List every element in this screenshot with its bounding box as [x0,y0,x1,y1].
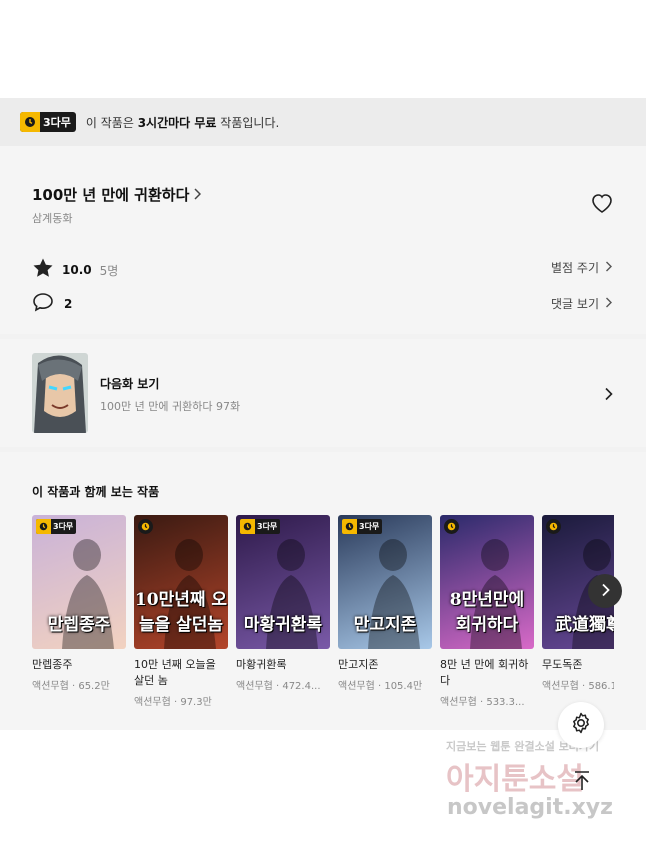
free-badge: 3다무 [20,112,76,132]
recommendation-title: 마황귀환록 [236,658,287,671]
recommendation-item[interactable]: 3다무 만고지존 만고지존 액션무협 · 105.4만 [338,515,432,692]
recommendation-cover: 3다무만렙종주 [32,515,126,649]
notice-text: 이 작품은 3시간마다 무료 작품입니다. [86,114,279,131]
star-icon [32,257,54,283]
comment-count: 2 [64,297,73,311]
free-badge-label: 3다무 [43,116,71,129]
recommendation-cover: 3다무만고지존 [338,515,432,649]
chevron-right-icon [604,386,613,405]
recommendation-title: 8만 년 만에 회귀하다 [440,658,529,687]
recommendation-title: 만렙종주 [32,658,73,671]
comment-row: 2 [32,292,72,316]
recommendation-title: 10만 년째 오늘을 살던 놈 [134,658,216,687]
arrow-up-icon [572,770,592,796]
clock-icon [138,519,153,534]
cover-title-art: 만렙종주 [47,615,111,635]
recommendation-meta: 액션무협 · 586.1 [542,681,614,692]
recommendation-list: 3다무 만렙종주 만렙종주 액션무협 · 65.2만 10만년째 오늘을 살던놈 10만 … [32,515,614,725]
recommendation-meta: 액션무협 · 533.3... [440,697,525,708]
free-badge: 3다무 [342,519,383,534]
recommendation-title: 만고지존 [338,658,379,671]
notice-text-before: 이 작품은 [85,115,138,130]
chevron-right-icon [601,582,610,601]
cover-title-art: 武道獨尊 [555,615,614,635]
clock-icon [444,519,459,534]
free-badge: 3다무 [240,519,281,534]
cover-title-art: 만고지존 [353,615,417,635]
cover-title-art: 마황귀환록 [243,615,323,635]
work-author: 삼계동화 [32,212,73,225]
recommendation-item[interactable]: 10만년째 오늘을 살던놈 10만 년째 오늘을 살던 놈액션무협 · 97.3만 [134,515,228,708]
recommendation-title: 무도독존 [542,658,583,671]
watermark-url: novelagit.xyz [447,795,613,820]
next-episode-card[interactable]: 다음화 보기 100만 년 만에 귀환하다 97화 [0,339,646,447]
recommendation-meta: 액션무협 · 97.3만 [134,697,212,708]
clock-icon [546,519,561,534]
recommendation-item[interactable]: 3다무 마황귀환록 마황귀환록 액션무협 · 472.4... [236,515,330,692]
cover-title-art: 8만년만에 회귀하다 [449,590,525,635]
rating-row: 10.0 5명 [32,257,118,283]
rate-button-label: 별점 주기 [551,261,599,275]
settings-button[interactable] [558,702,604,748]
recommendation-title: 이 작품과 함께 보는 작품 [32,485,160,499]
recommendation-cover: 8만년만에 회귀하다 [440,515,534,649]
notice-text-bold: 3시간마다 무료 [137,115,217,130]
clock-icon [36,519,51,534]
scroll-right-button[interactable] [588,574,622,608]
cover-title-art: 10만년째 오늘을 살던놈 [134,590,228,635]
free-badge-label: 3다무 [53,522,74,531]
chevron-right-icon [193,185,202,204]
free-notice-bar: 3다무 이 작품은 3시간마다 무료 작품입니다. [0,98,646,146]
scroll-top-button[interactable] [567,768,597,798]
next-episode-subtitle: 100만 년 만에 귀환하다 97화 [100,400,241,413]
recommendation-cover: 3다무마황귀환록 [236,515,330,649]
rating-score: 10.0 [62,263,92,277]
comment-icon [32,292,54,316]
work-info-panel: 100만 년 만에 귀환하다 삼계동화 10.0 5명 별점 주기 2 댓글 보… [0,146,646,334]
recommendation-item[interactable]: 8만년만에 회귀하다 8만 년 만에 회귀하다액션무협 · 533.3... [440,515,534,708]
recommendation-cover: 10만년째 오늘을 살던놈 [134,515,228,649]
work-title: 100만 년 만에 귀환하다 [32,186,190,204]
comments-button[interactable]: 댓글 보기 [551,295,612,312]
comments-button-label: 댓글 보기 [551,297,599,311]
free-badge-label: 3다무 [257,522,278,531]
work-title-link[interactable]: 100만 년 만에 귀환하다 [32,184,202,205]
recommendation-meta: 액션무협 · 65.2만 [32,681,110,692]
free-badge-label: 3다무 [359,522,380,531]
next-episode-label: 다음화 보기 [100,377,160,391]
notice-text-after: 작품입니다. [216,115,280,130]
chevron-right-icon [605,297,612,311]
recommendation-meta: 액션무협 · 105.4만 [338,681,423,692]
heart-icon[interactable] [590,192,614,218]
next-episode-thumbnail [32,353,88,433]
chevron-right-icon [605,261,612,275]
rating-count: 5명 [99,263,119,278]
clock-icon [240,519,255,534]
clock-icon [20,112,40,132]
rate-button[interactable]: 별점 주기 [551,259,612,276]
recommendation-meta: 액션무협 · 472.4... [236,681,321,692]
clock-icon [342,519,357,534]
recommendation-section: 이 작품과 함께 보는 작품 3다무 만렙종주 만렙종주 액션무협 · 65.2만 10… [0,452,646,730]
watermark-logo: 아지툰소설 [446,762,584,797]
recommendation-item[interactable]: 3다무 만렙종주 만렙종주 액션무협 · 65.2만 [32,515,126,692]
free-badge: 3다무 [36,519,77,534]
settings-icon [569,711,593,739]
